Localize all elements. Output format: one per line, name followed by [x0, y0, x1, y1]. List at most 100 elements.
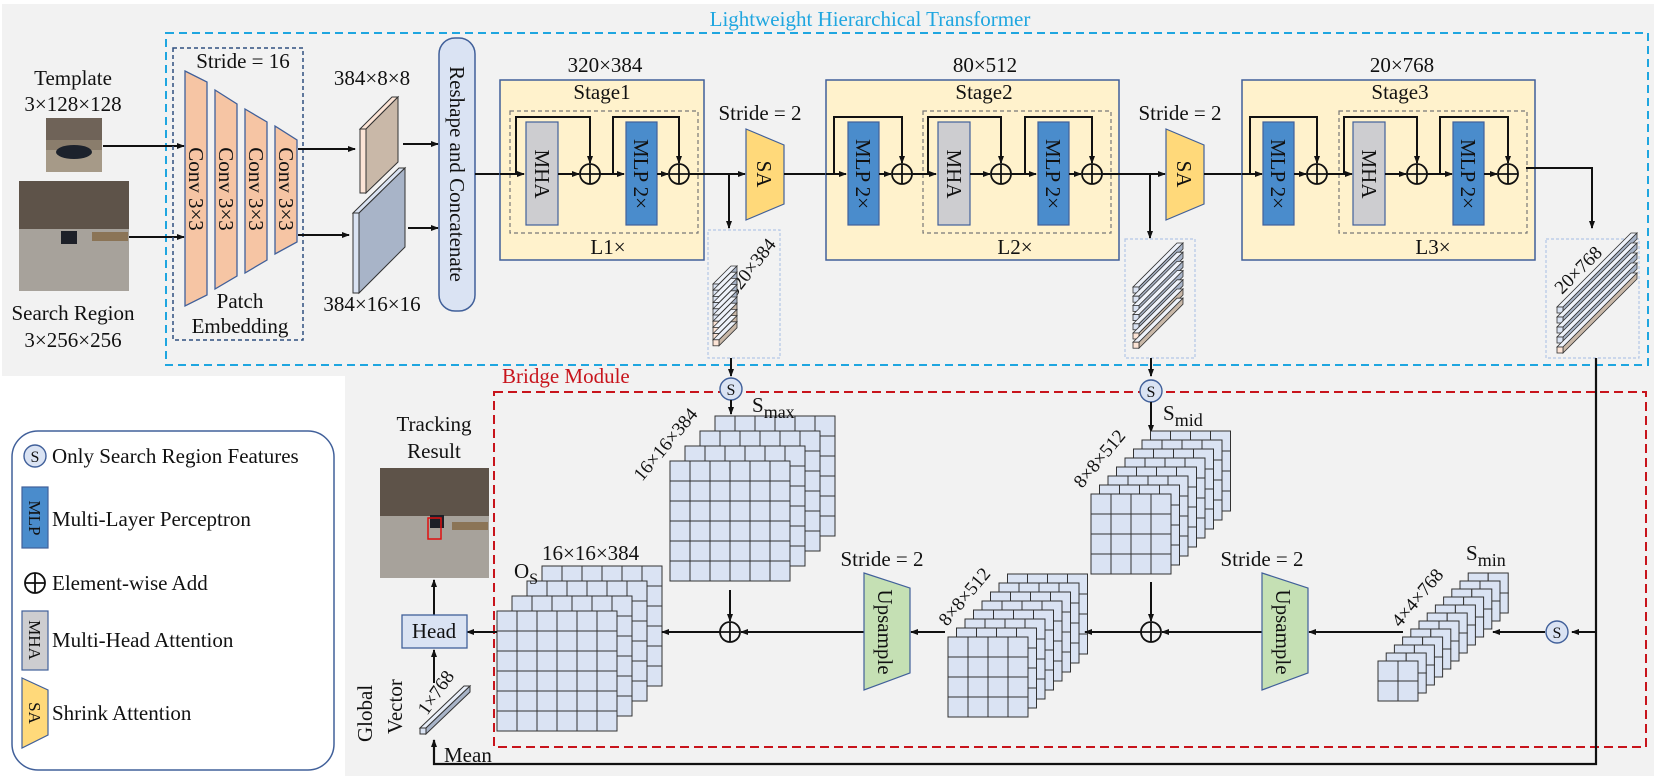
- feature-cell: [576, 670, 598, 692]
- feature-cell: [576, 650, 598, 672]
- stage-1-repeat: L1×: [590, 235, 625, 259]
- sa-1-stride: Stride = 2: [718, 101, 801, 125]
- feature-cell: [769, 480, 791, 502]
- add-icon: [719, 621, 741, 643]
- feature-cell: [1090, 553, 1112, 575]
- feature-cell: [496, 610, 518, 632]
- upsample-1-stride: Stride = 2: [1220, 547, 1303, 571]
- feature-cell: [556, 690, 578, 712]
- upsample-2-label: Upsample: [873, 589, 897, 674]
- token-front: [712, 339, 720, 347]
- add-icon: [668, 163, 690, 185]
- add-icon: [990, 163, 1012, 185]
- feature-cell: [556, 670, 578, 692]
- s-circle-label: S: [1553, 625, 1562, 642]
- feature-cell: [669, 500, 691, 522]
- stage-1-mha-label: MHA: [530, 149, 554, 199]
- feature-cell: [709, 520, 731, 542]
- feature-cell: [516, 710, 538, 732]
- template-size: 3×128×128: [24, 92, 121, 116]
- feature-cell: [576, 710, 598, 732]
- feature-cell: [556, 710, 578, 732]
- legend-item-s: S Only Search Region Features: [23, 444, 299, 468]
- feature-cell: [576, 610, 598, 632]
- legend-label-sa: Shrink Attention: [52, 701, 192, 725]
- feature-cell: [1397, 680, 1419, 702]
- legend-sa-symbol: SA: [25, 702, 44, 724]
- feature-cell: [689, 480, 711, 502]
- legend-label-mlp: Multi-Layer Perceptron: [52, 507, 251, 531]
- feature-cell: [689, 500, 711, 522]
- feature-cell: [987, 676, 1009, 698]
- feature-cell: [1130, 553, 1152, 575]
- feature-cell: [709, 460, 731, 482]
- feature-cell: [1090, 513, 1112, 535]
- feature-cell: [749, 480, 771, 502]
- feature-cell: [749, 500, 771, 522]
- s-circle-label: S: [1147, 384, 1156, 401]
- feature-cell: [536, 670, 558, 692]
- stage-2-mlp-b-label: MLP 2×: [1041, 139, 1065, 209]
- feature-cell: [709, 540, 731, 562]
- feature-cell: [496, 630, 518, 652]
- feature-cell: [1377, 680, 1399, 702]
- legend-label-s: Only Search Region Features: [52, 444, 299, 468]
- feature-layer: [1377, 660, 1419, 702]
- stage-2: 80×512 Stage2 L2× MLP 2× MHA MLP 2×: [825, 53, 1120, 261]
- feature-cell: [967, 676, 989, 698]
- conv-label-4: Conv 3×3: [274, 147, 298, 231]
- feature-cell: [1150, 533, 1172, 555]
- feature-cell: [1007, 676, 1029, 698]
- token-front: [1132, 341, 1140, 349]
- stage-2-dims: 80×512: [953, 53, 1017, 77]
- s-circle-label: S: [727, 382, 736, 399]
- legend-mha-symbol: MHA: [25, 620, 44, 660]
- feature-cell: [709, 560, 731, 582]
- sa-1-label: SA: [752, 161, 776, 189]
- add-icon: [1497, 163, 1519, 185]
- feature-cell: [496, 670, 518, 692]
- legend-label-add: Element-wise Add: [52, 571, 208, 595]
- tracking-label-1: Tracking: [396, 412, 472, 436]
- feature-cell: [769, 540, 791, 562]
- s-circle-icon: S: [1139, 379, 1163, 403]
- legend-item-add: Element-wise Add: [24, 571, 208, 595]
- feature-cell: [749, 520, 771, 542]
- feature-cell: [769, 560, 791, 582]
- feature-cell: [536, 630, 558, 652]
- feature-cell: [1150, 493, 1172, 515]
- stage-2-repeat: L2×: [997, 235, 1032, 259]
- stage-1-dims: 320×384: [568, 53, 643, 77]
- search-image: [19, 181, 129, 291]
- feature-cell: [987, 696, 1009, 718]
- stage-2-mlp-a-label: MLP 2×: [851, 139, 875, 209]
- feature-cell: [729, 540, 751, 562]
- global-label-1: Global: [353, 685, 377, 742]
- stage-2-name: Stage2: [955, 80, 1012, 104]
- sa-2-stride: Stride = 2: [1138, 101, 1221, 125]
- feature-cell: [496, 690, 518, 712]
- feature-cell: [516, 670, 538, 692]
- feature-cell: [516, 690, 538, 712]
- search-size: 3×256×256: [24, 328, 121, 352]
- feature-cell: [1090, 493, 1112, 515]
- feature-cell: [669, 540, 691, 562]
- feature-cell: [596, 690, 618, 712]
- feature-cell: [669, 460, 691, 482]
- stage-1-mlp-label: MLP 2×: [629, 139, 653, 209]
- feature-cell: [1150, 553, 1172, 575]
- feature-cell: [749, 460, 771, 482]
- feature-cell: [689, 540, 711, 562]
- s-circle-icon: S: [1545, 620, 1569, 644]
- feature-cell: [596, 610, 618, 632]
- feature-cell: [729, 480, 751, 502]
- patch-label-1: Patch: [217, 289, 264, 313]
- add-icon: [579, 163, 601, 185]
- conv-label-2: Conv 3×3: [214, 147, 238, 231]
- s-circle-icon: S: [719, 377, 743, 401]
- feature-cell: [516, 650, 538, 672]
- tracking-result-image: [380, 468, 489, 578]
- stage-3-mlp-a-label: MLP 2×: [1266, 139, 1290, 209]
- tracking-label-2: Result: [407, 439, 461, 463]
- legend-s-symbol: S: [31, 449, 40, 466]
